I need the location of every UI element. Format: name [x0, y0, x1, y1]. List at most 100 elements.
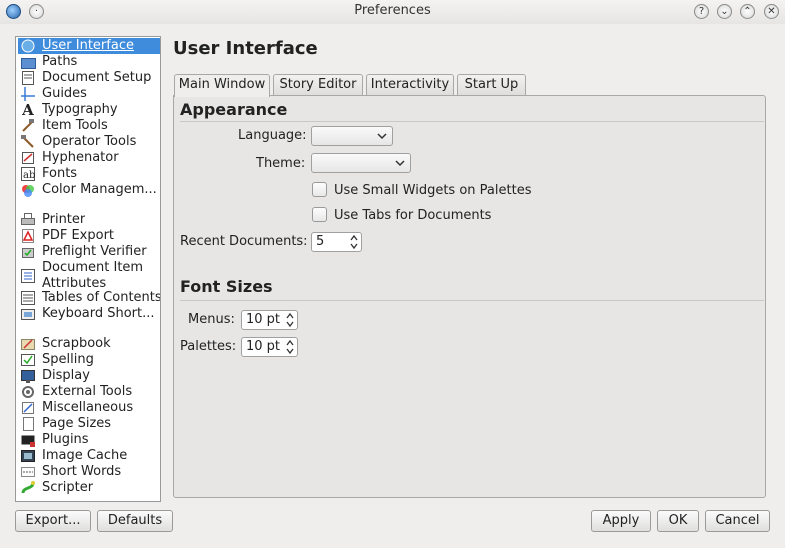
sidebar-item-label: Image Cache: [42, 448, 128, 463]
guides-icon: [20, 86, 36, 102]
operator-tools-icon: [20, 134, 36, 150]
document-icon: [20, 70, 36, 86]
ok-button[interactable]: OK: [657, 510, 699, 532]
svg-text:ab: ab: [23, 170, 35, 181]
chevron-down-icon: [377, 129, 387, 146]
small-widgets-label: Use Small Widgets on Palettes: [334, 183, 532, 198]
sidebar-item-operator-tools[interactable]: Operator Tools: [18, 134, 160, 150]
tab-start-up[interactable]: Start Up: [457, 74, 526, 96]
apply-button[interactable]: Apply: [591, 510, 651, 532]
tabs-for-documents-checkbox[interactable]: [312, 207, 327, 222]
sidebar-item-tables-of-contents[interactable]: Tables of Contents: [18, 290, 160, 306]
monitor-icon: [20, 38, 36, 54]
window-title: Preferences: [354, 3, 431, 18]
sidebar-item-item-tools[interactable]: Item Tools: [18, 118, 160, 134]
sidebar-item-label: Short Words: [42, 464, 122, 479]
preferences-sidebar[interactable]: User Interface Paths Document Setup Guid…: [15, 36, 161, 502]
language-combo[interactable]: [311, 126, 393, 146]
sidebar-item-display[interactable]: Display: [18, 368, 160, 384]
sidebar-item-color-management[interactable]: Color Managem...: [18, 182, 160, 198]
sidebar-item-miscellaneous[interactable]: Miscellaneous: [18, 400, 160, 416]
defaults-button[interactable]: Defaults: [97, 510, 173, 532]
sidebar-item-paths[interactable]: Paths: [18, 54, 160, 70]
minimize-button[interactable]: ⌄: [717, 4, 732, 19]
sidebar-item-label: Preflight Verifier: [42, 244, 147, 259]
title-bar: · Preferences ? ⌄ ⌃ ✕: [0, 0, 785, 24]
spin-arrows-icon[interactable]: [286, 338, 294, 358]
sidebar-item-guides[interactable]: Guides: [18, 86, 160, 102]
sidebar-item-user-interface[interactable]: User Interface: [18, 38, 160, 54]
tabs-for-documents-label: Use Tabs for Documents: [334, 208, 492, 223]
sidebar-item-keyboard-shortcuts[interactable]: Keyboard Short...: [18, 306, 160, 322]
maximize-button[interactable]: ⌃: [740, 4, 755, 19]
font-sizes-divider: [180, 300, 764, 301]
sidebar-item-label: User Interface: [42, 38, 134, 53]
sidebar-item-label: Operator Tools: [42, 134, 137, 149]
sidebar-item-external-tools[interactable]: External Tools: [18, 384, 160, 400]
sidebar-item-label: Document Item: [42, 260, 144, 275]
sidebar-item-label: Document Setup: [42, 70, 152, 85]
sidebar-item-label: Paths: [42, 54, 78, 69]
tab-interactivity[interactable]: Interactivity: [366, 74, 454, 96]
palettes-label: Palettes:: [180, 339, 237, 354]
sidebar-item-typography[interactable]: A Typography: [18, 101, 160, 119]
sidebar-item-short-words[interactable]: Short Words: [18, 464, 160, 480]
item-tools-icon: [20, 118, 36, 134]
theme-combo[interactable]: [311, 153, 411, 173]
pdf-icon: [20, 228, 36, 244]
attributes-icon: [20, 268, 36, 284]
tab-main-window[interactable]: Main Window: [174, 74, 270, 97]
sidebar-item-printer[interactable]: Printer: [18, 212, 160, 228]
tab-story-editor[interactable]: Story Editor: [273, 74, 363, 96]
page-sizes-icon: [20, 416, 36, 432]
typography-icon: A: [22, 101, 34, 119]
sidebar-item-label: Miscellaneous: [42, 400, 134, 415]
page-title: User Interface: [173, 38, 318, 59]
sidebar-item-spelling[interactable]: Spelling: [18, 352, 160, 368]
sidebar-item-text: Document Item Attributes: [42, 260, 143, 292]
sidebar-item-page-sizes[interactable]: Page Sizes: [18, 416, 160, 432]
hyphenator-icon: [20, 150, 36, 166]
miscellaneous-icon: [20, 400, 36, 416]
appearance-heading: Appearance: [180, 100, 288, 119]
spin-arrows-icon[interactable]: [286, 311, 294, 331]
sidebar-item-label: Plugins: [42, 432, 89, 447]
palettes-font-size-value: 10 pt: [246, 339, 281, 354]
sidebar-item-document-item-attributes[interactable]: Document Item Attributes: [18, 260, 160, 292]
sidebar-item-image-cache[interactable]: Image Cache: [18, 448, 160, 464]
external-tools-icon: [20, 384, 36, 400]
keyboard-icon: [20, 306, 36, 322]
sidebar-item-label: Guides: [42, 86, 87, 101]
sidebar-item-label: Hyphenator: [42, 150, 119, 165]
appearance-divider: [180, 121, 764, 122]
short-words-icon: [20, 464, 36, 480]
sidebar-item-preflight-verifier[interactable]: Preflight Verifier: [18, 244, 160, 260]
recent-documents-value: 5: [316, 234, 325, 249]
sidebar-item-fonts[interactable]: ab Fonts: [18, 166, 160, 182]
close-button[interactable]: ✕: [764, 4, 779, 19]
export-button[interactable]: Export...: [15, 510, 91, 532]
cancel-button[interactable]: Cancel: [705, 510, 770, 532]
sidebar-item-plugins[interactable]: Plugins: [18, 432, 160, 448]
folder-icon: [20, 54, 36, 70]
recent-documents-spinbox[interactable]: 5: [311, 232, 362, 252]
scrapbook-icon: [20, 336, 36, 352]
sidebar-item-scrapbook[interactable]: Scrapbook: [18, 336, 160, 352]
theme-label: Theme:: [256, 156, 306, 171]
font-sizes-heading: Font Sizes: [180, 277, 273, 296]
sidebar-item-document-setup[interactable]: Document Setup: [18, 70, 160, 86]
color-management-icon: [20, 182, 36, 198]
sidebar-item-scripter[interactable]: Scripter: [18, 480, 160, 496]
sidebar-item-pdf-export[interactable]: PDF Export: [18, 228, 160, 244]
chevron-down-icon: [395, 156, 405, 173]
menus-font-size-value: 10 pt: [246, 312, 281, 327]
palettes-font-size-spinbox[interactable]: 10 pt: [241, 337, 298, 357]
help-button[interactable]: ?: [694, 4, 709, 19]
sidebar-item-label: Scrapbook: [42, 336, 111, 351]
small-widgets-checkbox[interactable]: [312, 182, 327, 197]
menus-label: Menus:: [188, 312, 235, 327]
sidebar-item-label: External Tools: [42, 384, 133, 399]
spin-arrows-icon[interactable]: [350, 233, 358, 253]
sidebar-item-hyphenator[interactable]: Hyphenator: [18, 150, 160, 166]
menus-font-size-spinbox[interactable]: 10 pt: [241, 310, 298, 330]
